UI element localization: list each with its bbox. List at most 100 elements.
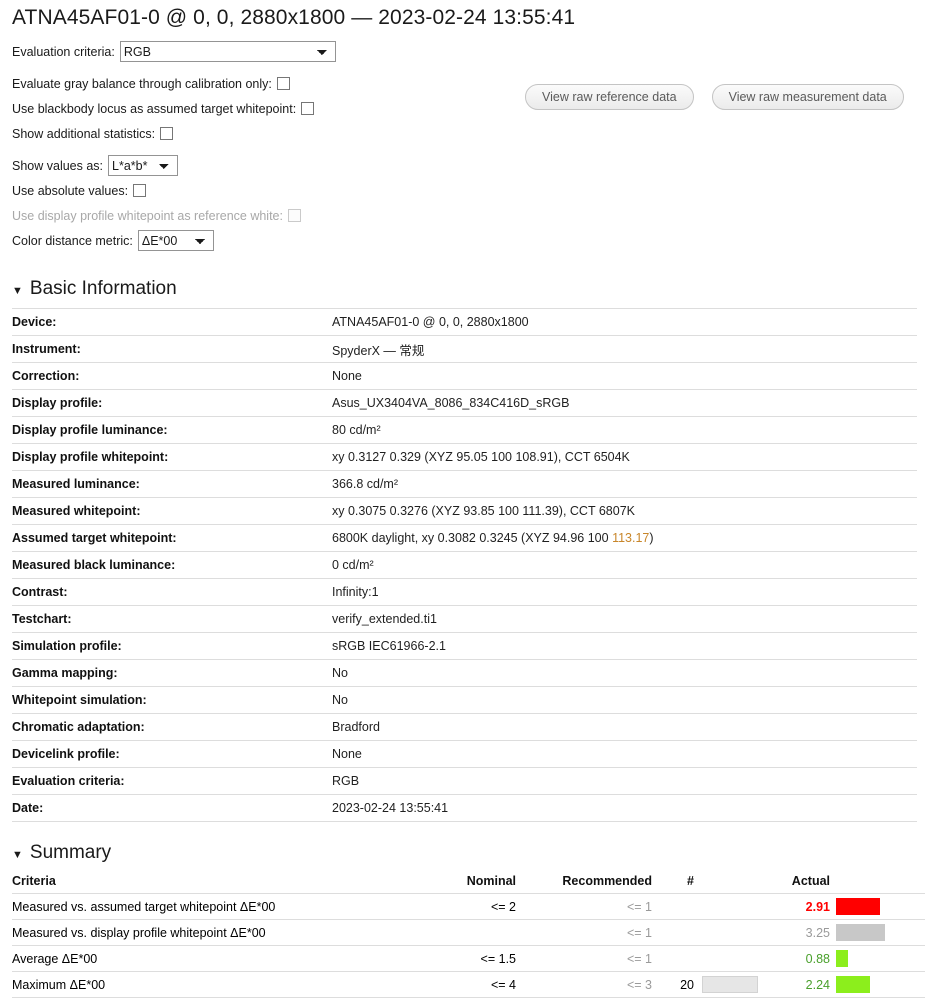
blackbody-locus-label: Use blackbody locus as assumed target wh… bbox=[12, 101, 297, 116]
summary-actual: 3.25 bbox=[768, 919, 836, 946]
show-values-as-select[interactable]: L*a*b* bbox=[108, 155, 179, 176]
info-row-value: 6800K daylight, xy 0.3082 0.3245 (XYZ 94… bbox=[332, 524, 917, 552]
info-row: Measured whitepoint: xy 0.3075 0.3276 (XY… bbox=[12, 497, 917, 525]
summary-delta-bar bbox=[836, 976, 870, 993]
info-row-key: Assumed target whitepoint: bbox=[12, 524, 332, 552]
summary-nominal: <= 4 bbox=[438, 971, 522, 998]
summary-heading-label: Summary bbox=[29, 842, 112, 863]
evaluation-criteria-select[interactable]: RGB bbox=[119, 41, 336, 62]
color-distance-metric-label: Color distance metric: bbox=[12, 233, 133, 248]
summary-actual: 2.91 bbox=[768, 893, 836, 920]
column-header-nominal: Nominal bbox=[438, 872, 522, 894]
summary-count-bar-cell bbox=[700, 893, 768, 920]
gray-balance-label: Evaluate gray balance through calibratio… bbox=[12, 76, 272, 91]
option-color-distance-metric: Color distance metric: ΔE*00 bbox=[12, 229, 915, 252]
summary-delta-bar bbox=[836, 898, 880, 915]
summary-criteria: Average ΔE*00 bbox=[12, 945, 438, 972]
summary-criteria: Maximum ΔE*00 bbox=[12, 971, 438, 998]
info-row-key: Simulation profile: bbox=[12, 632, 332, 660]
summary-row: Measured vs. display profile whitepoint … bbox=[12, 919, 925, 946]
column-header-count-bar bbox=[700, 872, 768, 894]
info-row: Whitepoint simulation: No bbox=[12, 686, 917, 714]
summary-recommended: <= 3 bbox=[522, 971, 658, 998]
summary-count-bar bbox=[702, 976, 758, 993]
raw-data-buttons: View raw reference data View raw measure… bbox=[525, 84, 904, 110]
info-row-value: verify_extended.ti1 bbox=[332, 605, 917, 633]
column-header-result: Result bbox=[900, 872, 925, 894]
option-absolute-values: Use absolute values: bbox=[12, 179, 915, 202]
column-header-count: # bbox=[658, 872, 700, 894]
info-row-key: Display profile: bbox=[12, 389, 332, 417]
info-row-key: Date: bbox=[12, 794, 332, 822]
collapse-triangle-icon[interactable]: ▼ bbox=[12, 286, 23, 297]
summary-count-bar-cell bbox=[700, 919, 768, 946]
info-row-key: Measured luminance: bbox=[12, 470, 332, 498]
info-row: Gamma mapping: No bbox=[12, 659, 917, 687]
report-page: ATNA45AF01-0 @ 0, 0, 2880x1800 — 2023-02… bbox=[0, 0, 925, 998]
summary-heading[interactable]: ▼ Summary bbox=[10, 842, 915, 872]
color-distance-metric-select[interactable]: ΔE*00 bbox=[137, 230, 214, 251]
info-row-value: xy 0.3127 0.329 (XYZ 95.05 100 108.91), … bbox=[332, 443, 917, 471]
summary-delta-bar bbox=[836, 924, 885, 941]
info-row-value: RGB bbox=[332, 767, 917, 795]
column-header-actual: Actual bbox=[768, 872, 836, 894]
option-additional-statistics: Show additional statistics: bbox=[12, 122, 915, 145]
summary-bar-cell bbox=[836, 971, 900, 998]
info-row-value: 0 cd/m² bbox=[332, 551, 917, 579]
info-row-value: xy 0.3075 0.3276 (XYZ 93.85 100 111.39),… bbox=[332, 497, 917, 525]
info-row-value: Infinity:1 bbox=[332, 578, 917, 606]
summary-count bbox=[658, 893, 700, 920]
option-show-values-as: Show values as: L*a*b* bbox=[12, 154, 915, 177]
additional-statistics-checkbox[interactable] bbox=[160, 127, 174, 140]
summary-table: Criteria Nominal Recommended # Actual Re… bbox=[12, 872, 925, 998]
info-row-key: Devicelink profile: bbox=[12, 740, 332, 768]
info-row: Devicelink profile: None bbox=[12, 740, 917, 768]
info-row: Device: ATNA45AF01-0 @ 0, 0, 2880x1800 bbox=[12, 308, 917, 336]
info-row: Contrast: Infinity:1 bbox=[12, 578, 917, 606]
blackbody-locus-checkbox[interactable] bbox=[301, 102, 315, 115]
info-row: Display profile: Asus_UX3404VA_8086_834C4… bbox=[12, 389, 917, 417]
summary-bar-cell bbox=[836, 893, 900, 920]
summary-recommended: <= 1 bbox=[522, 945, 658, 972]
info-row-value: None bbox=[332, 362, 917, 390]
summary-actual: 2.24 bbox=[768, 971, 836, 998]
summary-count bbox=[658, 945, 700, 972]
info-row-key: Whitepoint simulation: bbox=[12, 686, 332, 714]
display-profile-whitepoint-checkbox bbox=[287, 209, 301, 222]
summary-row: Maximum ΔE*00<= 4<= 320 2.24 OK ✓✓ bbox=[12, 971, 925, 998]
summary-result: OK ✓✓ bbox=[900, 971, 925, 998]
option-display-profile-whitepoint: Use display profile whitepoint as refere… bbox=[12, 204, 915, 227]
view-raw-measurement-data-button[interactable]: View raw measurement data bbox=[711, 84, 904, 110]
summary-criteria: Measured vs. assumed target whitepoint Δ… bbox=[12, 893, 438, 920]
info-row: Correction: None bbox=[12, 362, 917, 390]
info-row: Display profile luminance: 80 cd/m² bbox=[12, 416, 917, 444]
info-row-key: Display profile luminance: bbox=[12, 416, 332, 444]
column-header-recommended: Recommended bbox=[522, 872, 658, 894]
summary-row: Measured vs. assumed target whitepoint Δ… bbox=[12, 893, 925, 920]
gray-balance-checkbox[interactable] bbox=[276, 77, 290, 90]
info-row-value: ATNA45AF01-0 @ 0, 0, 2880x1800 bbox=[332, 308, 917, 336]
info-row-key: Instrument: bbox=[12, 335, 332, 363]
summary-bar-cell bbox=[836, 919, 900, 946]
basic-information-heading[interactable]: ▼ Basic Information bbox=[10, 278, 915, 308]
info-row-key: Device: bbox=[12, 308, 332, 336]
evaluation-criteria-label: Evaluation criteria: bbox=[12, 44, 115, 59]
info-row-key: Chromatic adaptation: bbox=[12, 713, 332, 741]
info-row-value: SpyderX — 常规 bbox=[332, 335, 917, 363]
info-row-key: Display profile whitepoint: bbox=[12, 443, 332, 471]
summary-recommended: <= 1 bbox=[522, 919, 658, 946]
view-raw-reference-data-button[interactable]: View raw reference data bbox=[525, 84, 694, 110]
summary-row: Average ΔE*00<= 1.5<= 1 0.88 OK ✓✓ bbox=[12, 945, 925, 972]
absolute-values-checkbox[interactable] bbox=[133, 184, 147, 197]
info-value-text: 6800K daylight, xy 0.3082 0.3245 (XYZ 94… bbox=[332, 531, 613, 545]
info-row: Simulation profile: sRGB IEC61966-2.1 bbox=[12, 632, 917, 660]
info-row-key: Evaluation criteria: bbox=[12, 767, 332, 795]
collapse-triangle-icon[interactable]: ▼ bbox=[12, 850, 23, 861]
summary-nominal bbox=[438, 919, 522, 946]
info-row-key: Measured black luminance: bbox=[12, 551, 332, 579]
info-row: Testchart: verify_extended.ti1 bbox=[12, 605, 917, 633]
summary-bar-cell bbox=[836, 945, 900, 972]
info-row-value: sRGB IEC61966-2.1 bbox=[332, 632, 917, 660]
option-evaluation-criteria: Evaluation criteria: RGB bbox=[12, 40, 915, 63]
info-row-key: Contrast: bbox=[12, 578, 332, 606]
